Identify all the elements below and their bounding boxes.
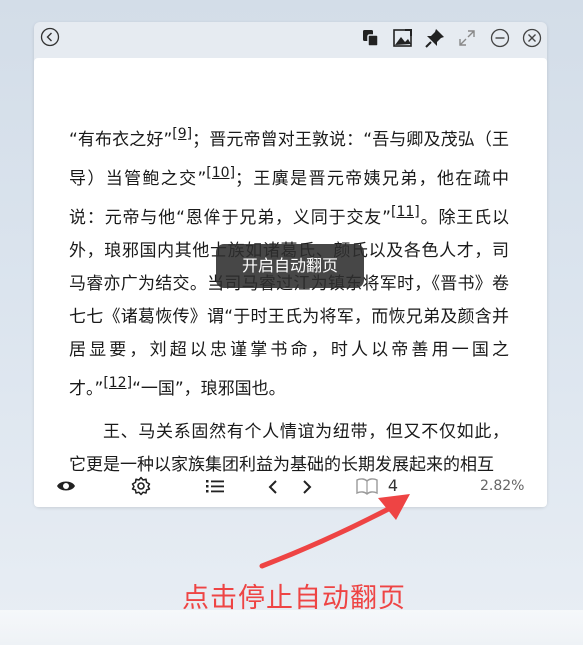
annotation-arrow (259, 494, 410, 569)
annotation-caption: 点击停止自动翻页 (182, 583, 406, 614)
